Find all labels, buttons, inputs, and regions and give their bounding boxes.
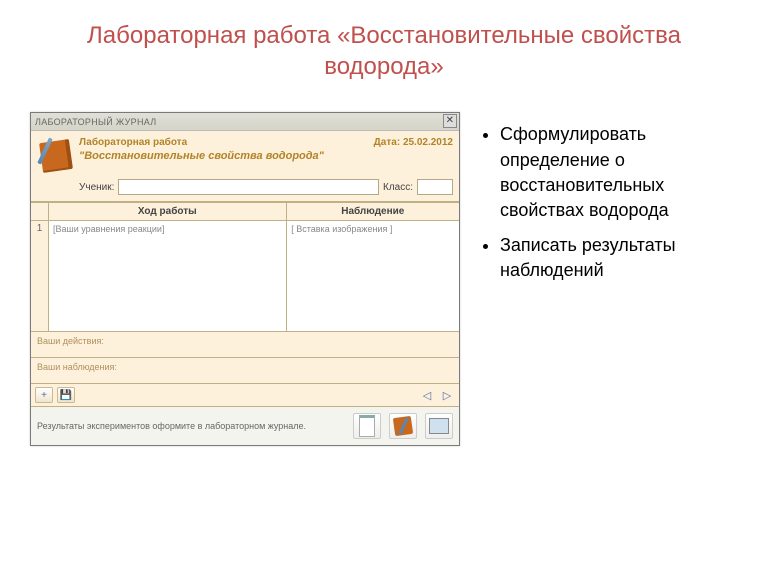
prev-button[interactable]: ◁	[419, 388, 435, 402]
slide-title: Лабораторная работа «Восстановительные с…	[30, 20, 738, 82]
header-label: Лабораторная работа	[79, 137, 368, 148]
student-input[interactable]	[118, 179, 379, 195]
bullet-item: Записать результаты наблюдений	[500, 233, 738, 283]
student-label: Ученик:	[79, 182, 114, 193]
journal-icon[interactable]	[389, 413, 417, 439]
notepad-icon[interactable]	[353, 413, 381, 439]
class-input[interactable]	[417, 179, 453, 195]
date-label: Дата: 25.02.2012	[374, 137, 453, 148]
screen-icon[interactable]	[425, 413, 453, 439]
work-title: "Восстановительные свойства водорода"	[79, 150, 368, 162]
cell-equations[interactable]: [Ваши уравнения реакции]	[49, 221, 287, 331]
next-button[interactable]: ▷	[439, 388, 455, 402]
class-label: Класс:	[383, 182, 413, 193]
notebook-icon	[37, 137, 73, 173]
row-number: 1	[31, 221, 49, 331]
close-button[interactable]: ✕	[443, 114, 457, 128]
col-header-work: Ход работы	[49, 203, 287, 220]
window-title: ЛАБОРАТОРНЫЙ ЖУРНАЛ	[35, 117, 156, 127]
save-button[interactable]: 💾	[57, 387, 75, 403]
bullet-list: Сформулировать определение о восстановит…	[480, 122, 738, 283]
journal-titlebar: ЛАБОРАТОРНЫЙ ЖУРНАЛ ✕	[31, 113, 459, 131]
col-header-obs: Наблюдение	[287, 203, 459, 220]
cell-image-insert[interactable]: [ Вставка изображения ]	[287, 221, 459, 331]
journal-window: ЛАБОРАТОРНЫЙ ЖУРНАЛ ✕ Лабораторная работ…	[30, 112, 460, 446]
add-button[interactable]: +	[35, 387, 53, 403]
footer-hint: Результаты экспериментов оформите в лабо…	[37, 421, 345, 431]
actions-field[interactable]: Ваши действия:	[31, 331, 459, 357]
bullet-item: Сформулировать определение о восстановит…	[500, 122, 738, 223]
observations-field[interactable]: Ваши наблюдения:	[31, 357, 459, 383]
